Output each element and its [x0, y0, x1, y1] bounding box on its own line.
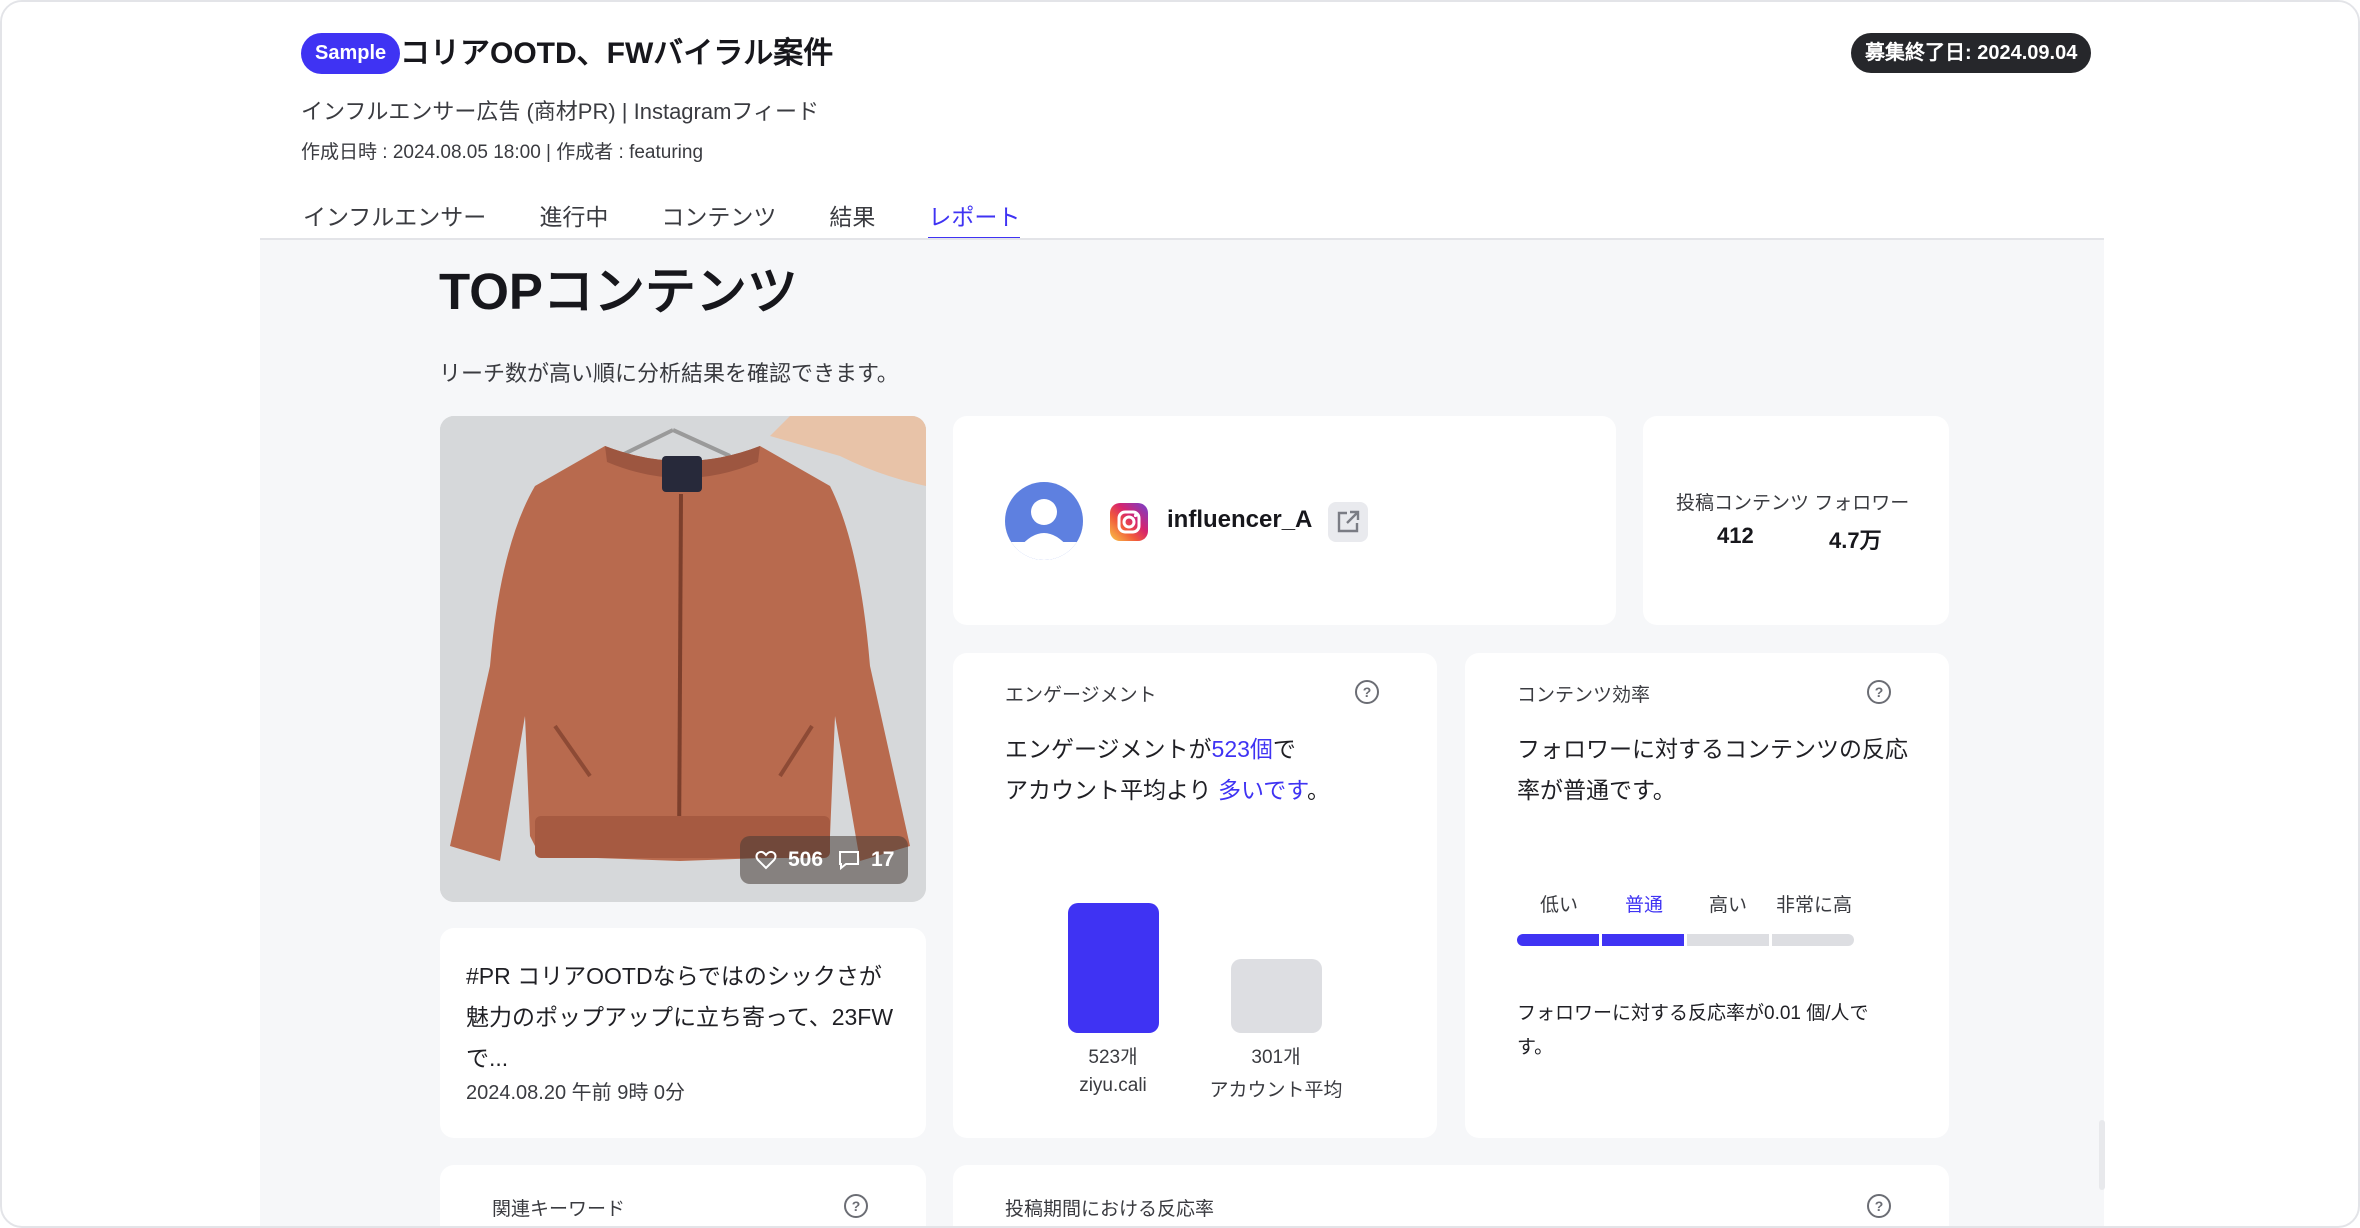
influencer-card: influencer_A: [953, 416, 1616, 625]
engagement-value: 523個: [1211, 736, 1273, 762]
scale-very-high: 非常に高: [1776, 895, 1853, 916]
post-image[interactable]: [440, 416, 926, 902]
scrollbar[interactable]: [2099, 1120, 2105, 1190]
scale-high: 高い: [1709, 895, 1748, 916]
tab-content[interactable]: コンテンツ: [661, 198, 776, 240]
tab-report[interactable]: レポート: [928, 198, 1021, 240]
engagement-summary: エンゲージメントが523個で アカウント平均より 多いです。: [1005, 736, 1330, 803]
scale-normal: 普通: [1625, 895, 1664, 916]
help-icon[interactable]: ?: [842, 1192, 870, 1220]
instagram-icon: [1110, 503, 1148, 541]
tab-results[interactable]: 結果: [829, 198, 875, 240]
follower-count: 4.7万: [1829, 528, 1882, 553]
campaign-title: コリアOOTD、FWバイラル案件: [400, 37, 834, 70]
svg-text:?: ?: [1875, 1198, 1884, 1214]
bar-value-influencer: 523개: [1088, 1047, 1138, 1068]
engagement-heading: エンゲージメント: [1005, 685, 1157, 706]
tab-in-progress[interactable]: 進行中: [539, 198, 608, 240]
efficiency-heading: コンテンツ効率: [1517, 685, 1651, 706]
svg-text:?: ?: [852, 1198, 861, 1214]
engagement-bar-average: [1231, 959, 1322, 1033]
period-response-card: 投稿期間における反応率 ?: [953, 1165, 1949, 1226]
help-icon[interactable]: ?: [1865, 678, 1893, 706]
tab-bar: インフルエンサー 進行中 コンテンツ 結果 レポート: [303, 198, 1021, 240]
keywords-heading: 関連キーワード: [492, 1199, 626, 1220]
post-stats: 506 17: [740, 836, 909, 884]
scale-segment-normal: [1602, 934, 1684, 946]
section-description: リーチ数が高い順に分析結果を確認できます。: [439, 361, 899, 386]
keywords-card: 関連キーワード ?: [440, 1165, 926, 1226]
efficiency-summary: フォロワーに対するコンテンツの反応率が普通です。: [1517, 736, 1908, 803]
deadline-badge: 募集終了日: 2024.09.04: [1851, 33, 2092, 73]
engagement-comparison: 多いです: [1217, 777, 1307, 803]
jacket-image: [440, 416, 926, 902]
comment-count: 17: [871, 848, 895, 871]
campaign-meta: 作成日時 : 2024.08.05 18:00 | 作成者 : featurin…: [301, 142, 704, 163]
svg-text:?: ?: [1875, 684, 1884, 700]
like-count: 506: [788, 848, 824, 871]
scale-segment-low: [1517, 934, 1599, 946]
help-icon[interactable]: ?: [1353, 678, 1381, 706]
avatar: [1005, 482, 1083, 560]
svg-text:?: ?: [1363, 684, 1372, 700]
heart-icon: [755, 850, 777, 870]
scale-low: 低い: [1540, 895, 1579, 916]
bar-name-influencer: ziyu.cali: [1079, 1075, 1147, 1096]
efficiency-note: フォロワーに対する反応率が0.01 個/人です。: [1517, 1003, 1869, 1058]
campaign-subtitle: インフルエンサー広告 (商材PR) | Instagramフィード: [301, 99, 819, 124]
section-title: TOPコンテンツ: [439, 263, 798, 320]
tab-influencer[interactable]: インフルエンサー: [303, 198, 486, 240]
post-caption-card[interactable]: #PR コリアOOTDならではのシックさが魅力のポップアップに立ち寄って、23F…: [440, 928, 926, 1138]
help-icon[interactable]: ?: [1865, 1192, 1893, 1220]
bar-value-average: 301개: [1251, 1047, 1301, 1068]
influencer-handle[interactable]: influencer_A: [1167, 506, 1312, 534]
sample-badge: Sample: [301, 33, 401, 74]
post-count: 412: [1717, 523, 1754, 548]
period-heading: 投稿期間における反応率: [1005, 1199, 1215, 1220]
post-date: 2024.08.20 午前 9時 0分: [466, 1082, 686, 1104]
comment-icon: [839, 851, 860, 871]
engagement-bar-influencer: [1068, 903, 1159, 1033]
app-frame: Sample コリアOOTD、FWバイラル案件 募集終了日: 2024.09.0…: [0, 0, 2360, 1228]
campaign-header: Sample コリアOOTD、FWバイラル案件 募集終了日: 2024.09.0…: [2, 2, 2358, 240]
scale-segment-high: [1687, 934, 1769, 946]
engagement-card: エンゲージメント ? エンゲージメントが523個で アカウント平均より 多いです…: [953, 653, 1437, 1138]
user-icon: [1005, 499, 1083, 560]
scale-segment-very-high: [1772, 934, 1854, 946]
post-caption: #PR コリアOOTDならではのシックさが魅力のポップアップに立ち寄って、23F…: [466, 963, 894, 1071]
bar-name-average: アカウント平均: [1209, 1080, 1343, 1101]
influencer-stats-card: 投稿コンテンツ フォロワー 412 4.7万: [1643, 416, 1949, 625]
efficiency-card: コンテンツ効率 ? フォロワーに対するコンテンツの反応率が普通です。 低い 普通…: [1465, 653, 1949, 1138]
external-link-icon[interactable]: [1328, 502, 1368, 542]
stats-label: 投稿コンテンツ フォロワー: [1676, 493, 1910, 514]
